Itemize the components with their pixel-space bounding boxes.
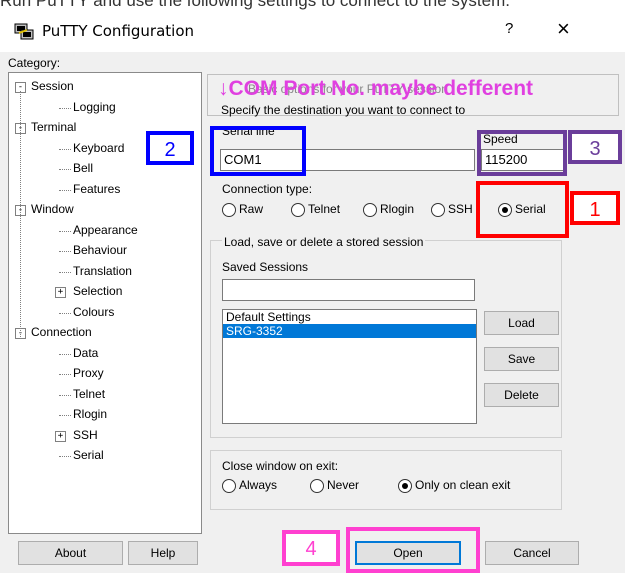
tree-item-keyboard[interactable]: Keyboard: [73, 141, 124, 155]
tree-connector: [59, 189, 71, 191]
callout-serial-radio: [476, 181, 569, 238]
radio-rlogin[interactable]: [363, 203, 377, 217]
tree-connector: [59, 230, 71, 232]
list-item[interactable]: SRG-3352: [223, 324, 476, 338]
tree-connector: [59, 148, 71, 150]
radio-telnet[interactable]: [291, 203, 305, 217]
radio-label-rlogin: Rlogin: [380, 202, 415, 216]
saved-sessions-list[interactable]: Default Settings SRG-3352: [222, 309, 477, 424]
tree-item-bell[interactable]: Bell: [73, 161, 93, 175]
radio-close-3[interactable]: [398, 479, 412, 493]
close-icon[interactable]: ×: [557, 16, 570, 42]
tree-item-colours[interactable]: Colours: [73, 305, 114, 319]
tree-connector: [20, 91, 21, 337]
tree-item-behaviour[interactable]: Behaviour: [73, 243, 127, 257]
tree-connector: [59, 312, 71, 314]
callout-open: [346, 527, 480, 573]
cancel-button[interactable]: Cancel: [485, 541, 579, 565]
category-label: Category:: [8, 56, 61, 70]
radio-label-telnet: Telnet: [308, 202, 341, 216]
radio-close-label-1: Always: [239, 478, 278, 492]
tree-item-translation[interactable]: Translation: [73, 264, 132, 278]
load-save-label: Load, save or delete a stored session: [222, 235, 426, 249]
tree-item-rlogin[interactable]: Rlogin: [73, 407, 107, 421]
tree-connector: [59, 374, 71, 375]
tree-connector: [59, 456, 71, 457]
radio-label-raw: Raw: [239, 202, 264, 216]
tree-connector: [59, 107, 71, 109]
specify-label: Specify the destination you want to conn…: [221, 103, 466, 117]
radio-label-ssh: SSH: [448, 202, 473, 216]
com-port-note: ↓COM Port No. maybe defferent: [218, 77, 534, 100]
expand-icon[interactable]: +: [55, 430, 66, 442]
tree-item-connection[interactable]: Connection: [31, 325, 92, 339]
tree-item-data[interactable]: Data: [73, 346, 98, 360]
tree-item-ssh[interactable]: SSH: [73, 428, 98, 442]
expand-icon[interactable]: +: [55, 287, 66, 298]
tree-item-proxy[interactable]: Proxy: [73, 366, 104, 380]
about-button[interactable]: About: [18, 541, 123, 565]
tree-connector: [59, 251, 71, 252]
top-caption: Run PuTTY and use the following settings…: [0, 0, 510, 10]
close-on-exit-label: Close window on exit:: [222, 459, 339, 473]
help-icon[interactable]: ?: [505, 20, 513, 37]
radio-close-2[interactable]: [310, 479, 324, 493]
tree-item-telnet[interactable]: Telnet: [73, 387, 105, 401]
tree-item-session[interactable]: Session: [31, 79, 74, 93]
radio-close-label-2: Never: [327, 478, 360, 492]
saved-sessions-input[interactable]: [222, 279, 475, 301]
radio-close-label-3: Only on clean exit: [415, 478, 511, 492]
connection-type-label: Connection type:: [222, 182, 313, 196]
tree-connector: [59, 415, 71, 416]
tree-item-appearance[interactable]: Appearance: [73, 223, 138, 237]
saved-sessions-label: Saved Sessions: [222, 260, 309, 274]
tree-item-selection[interactable]: Selection: [73, 284, 122, 298]
badge-1: 1: [570, 191, 620, 225]
radio-close-1[interactable]: [222, 479, 236, 493]
callout-speed: [477, 130, 567, 176]
radio-raw[interactable]: [222, 203, 236, 217]
badge-4: 4: [282, 530, 340, 566]
tree-item-serial[interactable]: Serial: [73, 448, 104, 462]
window-title: PuTTY Configuration: [42, 22, 195, 40]
save-button[interactable]: Save: [484, 347, 559, 371]
callout-serial-line: [210, 126, 306, 176]
badge-2: 2: [146, 131, 194, 165]
tree-item-window[interactable]: Window: [31, 202, 74, 216]
radio-ssh[interactable]: [431, 203, 445, 217]
tree-item-features[interactable]: Features: [73, 182, 120, 196]
tree-connector: [59, 394, 71, 396]
help-button[interactable]: Help: [128, 541, 198, 565]
putty-app-icon: [14, 23, 34, 40]
load-button[interactable]: Load: [484, 311, 559, 335]
tree-connector: [59, 169, 71, 170]
list-item[interactable]: Default Settings: [223, 310, 476, 324]
tree-item-logging[interactable]: Logging: [73, 100, 116, 114]
tree-connector: [59, 271, 71, 273]
delete-button[interactable]: Delete: [484, 383, 559, 407]
tree-item-terminal[interactable]: Terminal: [31, 120, 76, 134]
badge-3: 3: [568, 130, 622, 164]
tree-connector: [59, 353, 71, 355]
